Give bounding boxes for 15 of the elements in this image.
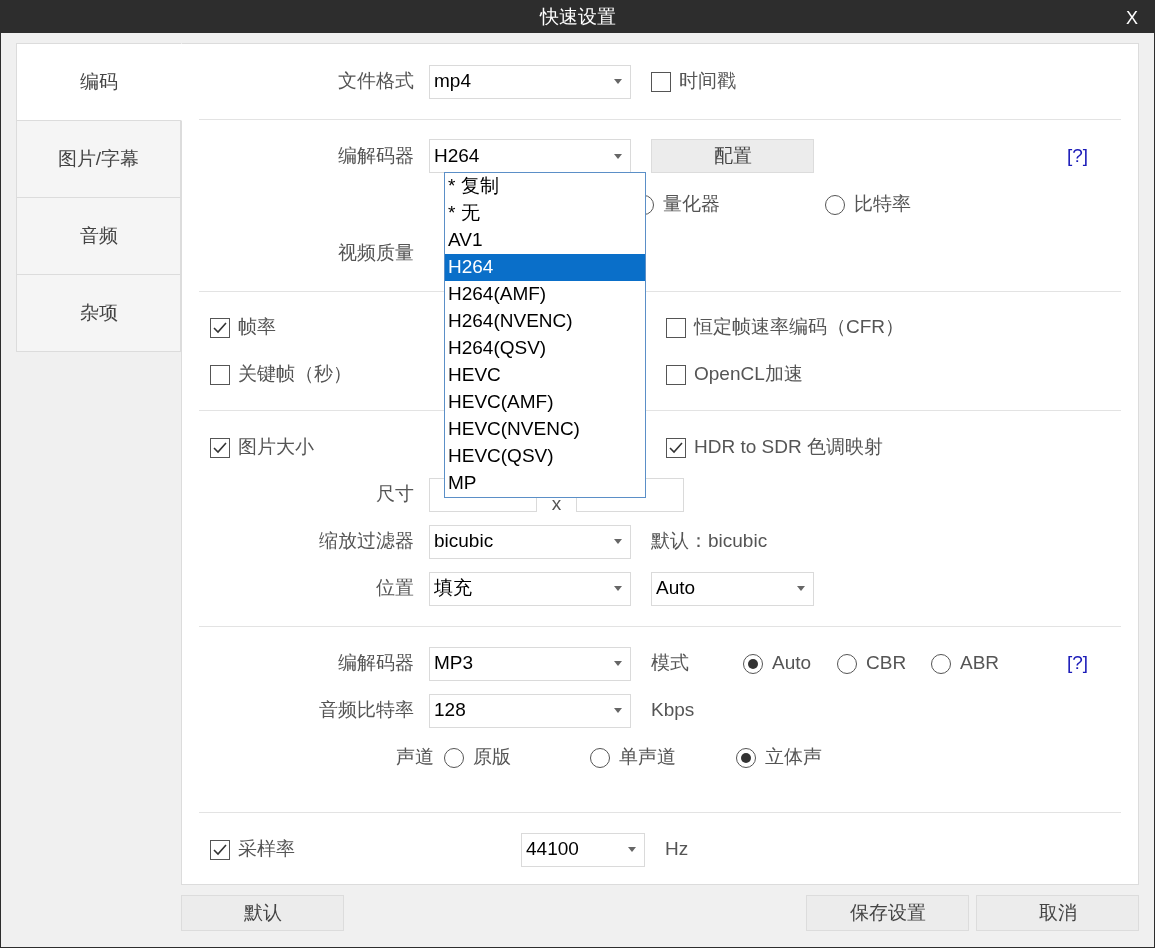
field-label: 音频比特率 bbox=[319, 698, 414, 723]
field-label: 缩放过滤器 bbox=[319, 529, 414, 554]
unit-label: Hz bbox=[665, 837, 689, 862]
field-label: 声道 bbox=[396, 745, 434, 770]
unit-label: Kbps bbox=[651, 698, 695, 723]
field-label: 文件格式 bbox=[338, 69, 414, 94]
field-label: 尺寸 bbox=[376, 482, 414, 507]
times-sign: x bbox=[550, 496, 563, 512]
field-label: 位置 bbox=[376, 576, 414, 601]
field-label: 编解码器 bbox=[338, 143, 414, 168]
window-title: 快速设置 bbox=[539, 4, 616, 29]
field-label: 编解码器 bbox=[338, 651, 414, 676]
field-label: 视频质量 bbox=[338, 240, 414, 265]
field-label: 模式 bbox=[651, 651, 690, 676]
default-hint: 默认：bicubic bbox=[651, 529, 768, 554]
